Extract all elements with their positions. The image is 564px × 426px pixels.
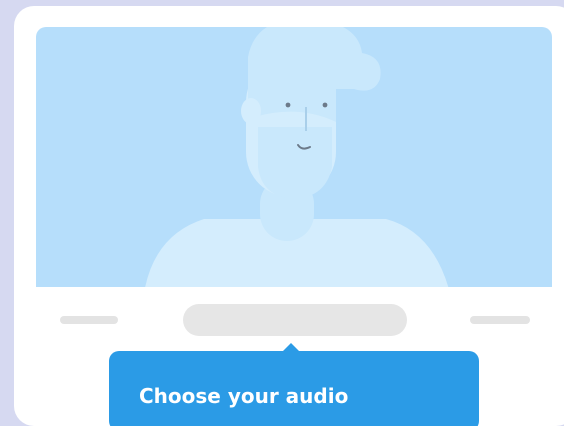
person-avatar-illustration bbox=[145, 27, 449, 287]
video-preview-card: Choose your audio bbox=[14, 6, 564, 426]
control-bar-left bbox=[60, 316, 118, 324]
video-preview-screen bbox=[36, 27, 552, 287]
tooltip-title: Choose your audio bbox=[139, 384, 349, 408]
control-bar-right bbox=[470, 316, 530, 324]
control-pill[interactable] bbox=[183, 304, 407, 336]
